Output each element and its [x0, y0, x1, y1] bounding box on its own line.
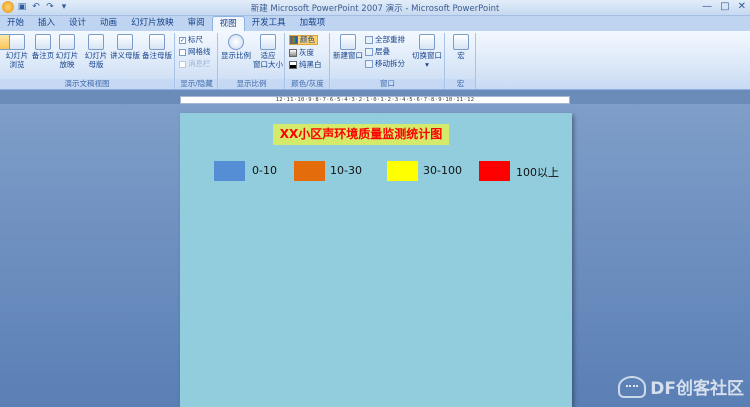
move-split-icon: [365, 60, 373, 68]
window-controls: — □ ✕: [702, 1, 746, 12]
title-bar: ▣ ↶ ↷ ▾ 新建 Microsoft PowerPoint 2007 演示 …: [0, 0, 750, 16]
group-show-hide: ✓ 标尺 网格线 消息栏 显示/隐藏: [176, 33, 218, 89]
ribbon: 幻灯片 浏览 备注页 幻灯片 放映 幻灯片 母版 讲义母版 备注母版 演示文稿视…: [0, 31, 750, 90]
tab-home[interactable]: 开始: [0, 16, 31, 31]
robot-logo-icon: [618, 375, 647, 398]
group-label-macro: 宏: [446, 79, 475, 89]
legend-swatch-10-30[interactable]: [294, 161, 325, 181]
group-label-presentation-views: 演示文稿视图: [0, 79, 174, 89]
notes-page-icon: [35, 34, 51, 50]
minimize-button[interactable]: —: [702, 1, 712, 12]
group-presentation-views: 幻灯片 浏览 备注页 幻灯片 放映 幻灯片 母版 讲义母版 备注母版 演示文稿视…: [0, 33, 175, 89]
legend-label-0-10[interactable]: 0-10: [252, 164, 277, 177]
color-icon: [290, 36, 298, 44]
new-window-button[interactable]: 新建窗口: [333, 34, 363, 60]
tab-animations[interactable]: 动画: [93, 16, 124, 31]
slide-master-button[interactable]: 幻灯片 母版: [83, 34, 109, 69]
group-label-zoom: 显示比例: [219, 79, 284, 89]
macro-icon: [453, 34, 469, 50]
macros-button[interactable]: 宏: [448, 34, 474, 60]
notes-master-icon: [149, 34, 165, 50]
gridlines-checkbox[interactable]: 网格线: [179, 47, 211, 57]
legend-label-30-100[interactable]: 30-100: [423, 164, 462, 177]
horizontal-ruler[interactable]: 12·11·10·9·8·7·6·5·4·3·2·1·0·1·2·3·4·5·6…: [180, 96, 570, 104]
cascade-button[interactable]: 层叠: [365, 47, 390, 57]
slide-sorter-button[interactable]: 幻灯片 浏览: [4, 34, 30, 69]
group-macro: 宏 宏: [446, 33, 476, 89]
fit-to-window-button[interactable]: 适应 窗口大小: [252, 34, 284, 69]
tab-developer[interactable]: 开发工具: [245, 16, 293, 31]
group-label-window: 窗口: [331, 79, 444, 89]
notes-page-button[interactable]: 备注页: [30, 34, 56, 60]
fit-window-icon: [260, 34, 276, 50]
black-white-icon: [289, 61, 297, 69]
tab-slideshow[interactable]: 幻灯片放映: [124, 16, 181, 31]
handout-master-button[interactable]: 讲义母版: [109, 34, 141, 60]
cascade-icon: [365, 48, 373, 56]
group-color-grayscale: 颜色 灰度 纯黑白 颜色/灰度: [286, 33, 330, 89]
tab-design[interactable]: 设计: [62, 16, 93, 31]
switch-windows-button[interactable]: 切换窗口 ▾: [411, 34, 443, 69]
watermark: DF创客社区: [618, 374, 744, 399]
slide-sorter-icon: [9, 34, 25, 50]
legend-swatch-100-plus[interactable]: [479, 161, 510, 181]
group-window: 新建窗口 全部重排 层叠 移动拆分 切换窗口 ▾ 窗口: [331, 33, 445, 89]
tab-addins[interactable]: 加载项: [293, 16, 333, 31]
slide-title[interactable]: XX小区声环境质量监测统计图: [273, 124, 449, 145]
slideshow-icon: [59, 34, 75, 50]
slide-canvas[interactable]: XX小区声环境质量监测统计图 0-10 10-30 30-100 100以上: [180, 113, 572, 407]
window-title: 新建 Microsoft PowerPoint 2007 演示 - Micros…: [250, 4, 500, 14]
group-label-color-grayscale: 颜色/灰度: [286, 79, 329, 89]
tab-review[interactable]: 审阅: [181, 16, 212, 31]
ribbon-tabs: 开始 插入 设计 动画 幻灯片放映 审阅 视图 开发工具 加载项: [0, 16, 750, 31]
message-bar-checkbox: 消息栏: [179, 59, 211, 69]
switch-windows-icon: [419, 34, 435, 50]
grayscale-button[interactable]: 灰度: [289, 48, 314, 58]
arrange-all-icon: [365, 36, 373, 44]
move-split-button[interactable]: 移动拆分: [365, 59, 405, 69]
black-white-button[interactable]: 纯黑白: [289, 60, 322, 70]
legend-swatch-0-10[interactable]: [214, 161, 245, 181]
zoom-button[interactable]: 显示比例: [221, 34, 251, 60]
tab-insert[interactable]: 插入: [31, 16, 62, 31]
handout-master-icon: [117, 34, 133, 50]
chevron-down-icon: ▾: [425, 60, 429, 69]
tab-view[interactable]: 视图: [211, 16, 245, 31]
slideshow-button[interactable]: 幻灯片 放映: [54, 34, 80, 69]
notes-master-button[interactable]: 备注母版: [141, 34, 173, 60]
grayscale-icon: [289, 49, 297, 57]
legend-label-10-30[interactable]: 10-30: [330, 164, 362, 177]
maximize-button[interactable]: □: [720, 1, 729, 12]
close-button[interactable]: ✕: [738, 1, 746, 12]
color-button[interactable]: 颜色: [289, 35, 318, 45]
check-icon: ✓: [179, 36, 186, 44]
group-zoom: 显示比例 适应 窗口大小 显示比例: [219, 33, 285, 89]
ruler-checkbox[interactable]: ✓ 标尺: [179, 35, 203, 45]
arrange-all-button[interactable]: 全部重排: [365, 35, 405, 45]
new-window-icon: [340, 34, 356, 50]
magnifier-icon: [228, 34, 244, 50]
legend-label-100-plus[interactable]: 100以上: [516, 164, 559, 180]
slide-master-icon: [88, 34, 104, 50]
group-label-show-hide: 显示/隐藏: [176, 79, 217, 89]
legend-swatch-30-100[interactable]: [387, 161, 418, 181]
